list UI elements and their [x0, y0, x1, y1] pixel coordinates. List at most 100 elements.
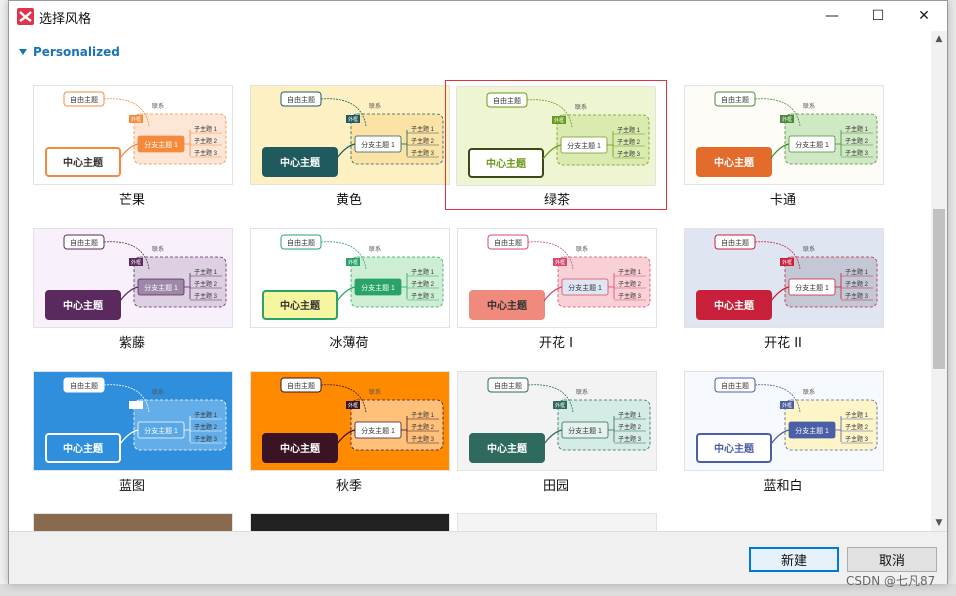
svg-text:外框: 外框	[555, 259, 565, 266]
svg-text:联系: 联系	[576, 245, 588, 253]
watermark-text: CSDN @七凡87	[846, 574, 936, 588]
svg-text:自由主题: 自由主题	[721, 381, 749, 390]
style-card[interactable]: 自由主题 联系 外框 中心主题 分支主题 1 子主题 1 子主题 2 子主题 3…	[248, 224, 470, 354]
svg-text:外框: 外框	[782, 259, 792, 266]
svg-text:中心主题: 中心主题	[487, 442, 528, 455]
background-app-bottom	[0, 584, 956, 596]
style-thumbnail-partial[interactable]	[250, 513, 450, 531]
svg-text:子主题 3: 子主题 3	[618, 435, 642, 443]
svg-text:自由主题: 自由主题	[70, 381, 98, 390]
svg-text:子主题 3: 子主题 3	[411, 149, 435, 157]
style-thumbnail: 自由主题 联系 外框 中心主题 分支主题 1 子主题 1 子主题 2 子主题 3	[457, 228, 657, 328]
style-label: 开花 II	[764, 336, 802, 351]
svg-text:中心主题: 中心主题	[714, 299, 755, 312]
svg-text:子主题 1: 子主题 1	[618, 411, 642, 419]
svg-text:分支主题 1: 分支主题 1	[144, 283, 178, 292]
style-card[interactable]: 自由主题 联系 外框 中心主题 分支主题 1 子主题 1 子主题 2 子主题 3…	[682, 81, 904, 211]
style-card[interactable]: 自由主题 联系 外框 中心主题 分支主题 1 子主题 1 子主题 2 子主题 3…	[248, 367, 470, 497]
style-label: 卡通	[769, 193, 796, 208]
svg-text:中心主题: 中心主题	[280, 442, 321, 455]
style-label: 芒果	[118, 193, 145, 208]
dialog-footer: 新建 取消	[9, 531, 947, 584]
svg-text:联系: 联系	[152, 245, 164, 253]
svg-text:自由主题: 自由主题	[493, 96, 521, 105]
cancel-button[interactable]: 取消	[847, 547, 937, 572]
svg-text:子主题 2: 子主题 2	[617, 138, 641, 146]
svg-text:联系: 联系	[803, 245, 815, 253]
style-card[interactable]: 自由主题 联系 外框 中心主题 分支主题 1 子主题 1 子主题 2 子主题 3…	[455, 224, 677, 354]
style-thumbnail: 自由主题 联系 外框 中心主题 分支主题 1 子主题 1 子主题 2 子主题 3	[457, 371, 657, 471]
close-button[interactable]: ✕	[901, 1, 947, 31]
style-card[interactable]: 自由主题 联系 外框 中心主题 分支主题 1 子主题 1 子主题 2 子主题 3…	[455, 367, 677, 497]
svg-text:自由主题: 自由主题	[721, 238, 749, 247]
svg-text:外框: 外框	[348, 116, 358, 123]
section-header[interactable]: Personalized	[19, 45, 120, 59]
svg-text:分支主题 1: 分支主题 1	[567, 141, 601, 150]
svg-text:外框: 外框	[131, 259, 141, 266]
svg-text:子主题 2: 子主题 2	[845, 137, 869, 145]
svg-text:子主题 1: 子主题 1	[194, 125, 218, 133]
style-card[interactable]: 自由主题 联系 外框 中心主题 分支主题 1 子主题 1 子主题 2 子主题 3…	[31, 367, 253, 497]
create-button[interactable]: 新建	[749, 547, 839, 572]
style-label: 紫藤	[118, 336, 145, 351]
svg-text:外框: 外框	[782, 402, 792, 409]
svg-text:子主题 3: 子主题 3	[194, 435, 218, 443]
style-thumbnail: 自由主题 联系 外框 中心主题 分支主题 1 子主题 1 子主题 2 子主题 3	[684, 371, 884, 471]
svg-text:外框: 外框	[131, 402, 141, 409]
vertical-scrollbar[interactable]: ▲ ▼	[931, 31, 947, 531]
style-thumbnail: 自由主题 联系 外框 中心主题 分支主题 1 子主题 1 子主题 2 子主题 3	[33, 228, 233, 328]
svg-text:中心主题: 中心主题	[714, 442, 755, 455]
svg-text:分支主题 1: 分支主题 1	[795, 426, 829, 435]
svg-text:子主题 1: 子主题 1	[617, 126, 641, 134]
svg-text:子主题 2: 子主题 2	[411, 280, 435, 288]
style-dialog: 选择风格 — ☐ ✕ Personalized 自由主题 联系 外框 中心主题 …	[8, 0, 948, 584]
svg-text:子主题 2: 子主题 2	[845, 423, 869, 431]
scroll-up-arrow-icon[interactable]: ▲	[931, 31, 947, 47]
style-thumbnail: 自由主题 联系 外框 中心主题 分支主题 1 子主题 1 子主题 2 子主题 3	[684, 85, 884, 185]
svg-text:自由主题: 自由主题	[494, 381, 522, 390]
scroll-thumb[interactable]	[933, 209, 945, 369]
svg-text:分支主题 1: 分支主题 1	[568, 426, 602, 435]
svg-text:外框: 外框	[348, 259, 358, 266]
style-card[interactable]: 自由主题 联系 外框 中心主题 分支主题 1 子主题 1 子主题 2 子主题 3…	[682, 367, 904, 497]
svg-text:子主题 2: 子主题 2	[411, 137, 435, 145]
svg-text:自由主题: 自由主题	[70, 238, 98, 247]
svg-text:子主题 2: 子主题 2	[194, 280, 218, 288]
style-card[interactable]: 自由主题 联系 外框 中心主题 分支主题 1 子主题 1 子主题 2 子主题 3…	[31, 224, 253, 354]
svg-text:中心主题: 中心主题	[486, 157, 527, 170]
style-thumbnail-partial[interactable]	[457, 513, 657, 531]
svg-text:子主题 1: 子主题 1	[845, 268, 869, 276]
style-card[interactable]: 自由主题 联系 外框 中心主题 分支主题 1 子主题 1 子主题 2 子主题 3…	[31, 81, 253, 211]
svg-text:自由主题: 自由主题	[721, 95, 749, 104]
svg-text:子主题 2: 子主题 2	[845, 280, 869, 288]
svg-text:分支主题 1: 分支主题 1	[361, 283, 395, 292]
svg-text:联系: 联系	[576, 388, 588, 396]
style-card[interactable]: 自由主题 联系 外框 中心主题 分支主题 1 子主题 1 子主题 2 子主题 3…	[248, 81, 470, 211]
svg-text:中心主题: 中心主题	[714, 156, 755, 169]
svg-text:子主题 3: 子主题 3	[618, 292, 642, 300]
scroll-down-arrow-icon[interactable]: ▼	[931, 515, 947, 531]
svg-text:自由主题: 自由主题	[287, 238, 315, 247]
svg-text:中心主题: 中心主题	[63, 299, 104, 312]
svg-text:子主题 3: 子主题 3	[194, 292, 218, 300]
title-bar: 选择风格 — ☐ ✕	[9, 1, 947, 31]
minimize-button[interactable]: —	[809, 1, 855, 31]
svg-text:子主题 2: 子主题 2	[194, 423, 218, 431]
style-card[interactable]: 自由主题 联系 外框 中心主题 分支主题 1 子主题 1 子主题 2 子主题 3…	[445, 80, 667, 210]
svg-text:中心主题: 中心主题	[63, 442, 104, 455]
svg-text:分支主题 1: 分支主题 1	[144, 426, 178, 435]
svg-text:自由主题: 自由主题	[494, 238, 522, 247]
style-thumbnail-partial[interactable]	[33, 513, 233, 531]
svg-text:子主题 3: 子主题 3	[845, 149, 869, 157]
svg-text:中心主题: 中心主题	[487, 299, 528, 312]
svg-text:分支主题 1: 分支主题 1	[568, 283, 602, 292]
svg-text:分支主题 1: 分支主题 1	[795, 283, 829, 292]
maximize-button[interactable]: ☐	[855, 1, 901, 31]
svg-text:子主题 3: 子主题 3	[845, 292, 869, 300]
svg-text:子主题 3: 子主题 3	[617, 150, 641, 158]
window-title: 选择风格	[39, 12, 92, 27]
style-card[interactable]: 自由主题 联系 外框 中心主题 分支主题 1 子主题 1 子主题 2 子主题 3…	[682, 224, 904, 354]
svg-text:子主题 3: 子主题 3	[411, 435, 435, 443]
style-label: 开花 I	[539, 336, 573, 351]
style-label: 田园	[542, 479, 569, 494]
